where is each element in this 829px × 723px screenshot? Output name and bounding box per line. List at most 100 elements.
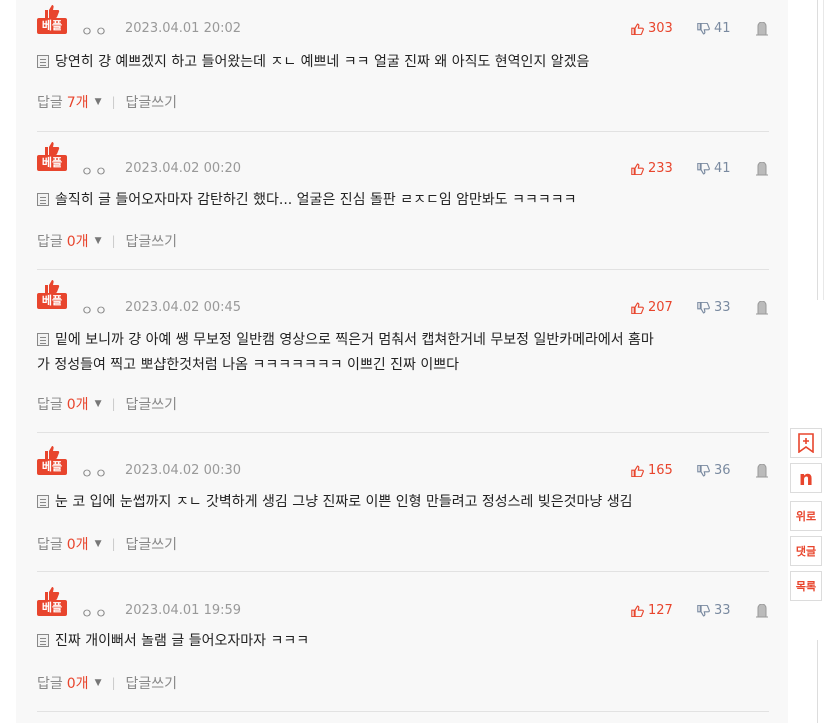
thumbs-down-icon xyxy=(697,162,710,174)
report-icon[interactable] xyxy=(755,604,769,618)
reply-count[interactable]: 0개 xyxy=(67,394,89,414)
like-button[interactable]: 127 xyxy=(631,603,673,618)
report-icon[interactable] xyxy=(755,464,769,478)
write-reply-button[interactable]: 답글쓰기 xyxy=(126,534,178,554)
comment-item: 베플 ㅇㅇ 2023.04.01 19:59 127 33 진짜 개이뻐서 놀램… xyxy=(37,572,769,712)
comfort-button[interactable]: 위로 xyxy=(790,501,822,531)
comment-date: 2023.04.01 20:02 xyxy=(125,21,242,36)
scrollbar-track-edge xyxy=(817,0,818,300)
reply-count[interactable]: 0개 xyxy=(67,673,89,693)
dislike-button[interactable]: 33 xyxy=(697,300,731,315)
dislike-count: 41 xyxy=(714,161,731,176)
scrollbar-track-edge xyxy=(817,640,818,723)
comment-text: 밑에 보니까 걍 아예 쌩 무보정 일반캠 영상으로 찍은거 멈춰서 캡쳐한거네… xyxy=(37,332,654,373)
reply-toggle[interactable]: 답글 xyxy=(37,534,63,554)
chevron-down-icon[interactable]: ▼ xyxy=(95,399,102,409)
reply-toggle[interactable]: 답글 xyxy=(37,231,63,251)
dislike-button[interactable]: 36 xyxy=(697,463,731,478)
comments-button[interactable]: 댓글 xyxy=(790,536,822,566)
chevron-down-icon[interactable]: ▼ xyxy=(95,678,102,688)
reply-toggle[interactable]: 답글 xyxy=(37,394,63,414)
report-icon[interactable] xyxy=(755,301,769,315)
like-button[interactable]: 233 xyxy=(631,161,673,176)
best-label: 베플 xyxy=(37,459,67,475)
comment-author: ㅇㅇ xyxy=(81,165,109,180)
write-reply-button[interactable]: 답글쓰기 xyxy=(126,92,178,112)
thumbs-up-icon xyxy=(631,605,644,617)
chevron-down-icon[interactable]: ▼ xyxy=(95,236,102,246)
list-label: 목록 xyxy=(795,580,817,593)
best-comment-badge: 베플 xyxy=(37,279,67,309)
divider: | xyxy=(111,537,116,551)
reply-controls: 답글 0개 ▼ | 답글쓰기 xyxy=(37,394,177,414)
divider: | xyxy=(111,676,116,690)
reply-controls: 답글 0개 ▼ | 답글쓰기 xyxy=(37,231,177,251)
reply-count[interactable]: 0개 xyxy=(67,534,89,554)
list-button[interactable]: 목록 xyxy=(790,571,822,601)
comments-label: 댓글 xyxy=(795,545,817,558)
thumbs-up-icon xyxy=(631,465,644,477)
best-comment-badge: 베플 xyxy=(37,141,67,171)
write-reply-button[interactable]: 답글쓰기 xyxy=(126,231,178,251)
best-comment-badge: 베플 xyxy=(37,4,67,34)
document-icon xyxy=(37,193,49,206)
comment-text: 진짜 개이뻐서 놀램 글 들어오자마자 ㅋㅋㅋ xyxy=(37,629,757,654)
write-reply-button[interactable]: 답글쓰기 xyxy=(126,394,178,414)
bookmark-plus-icon xyxy=(798,433,814,453)
n-logo-button[interactable]: n xyxy=(790,463,822,493)
document-icon xyxy=(37,55,49,68)
comment-item: 베플 ㅇㅇ 2023.04.02 00:30 165 36 눈 코 입에 눈썹까… xyxy=(37,433,769,572)
thumbs-down-icon xyxy=(697,604,710,616)
like-button[interactable]: 303 xyxy=(631,21,673,36)
dislike-count: 41 xyxy=(714,21,731,36)
thumbs-up-icon xyxy=(45,446,60,459)
thumbs-down-icon xyxy=(697,464,710,476)
n-logo: n xyxy=(798,466,814,490)
chevron-down-icon[interactable]: ▼ xyxy=(95,539,102,549)
thumbs-up-icon xyxy=(45,5,60,18)
divider: | xyxy=(111,397,116,411)
like-count: 165 xyxy=(648,463,673,478)
left-margin xyxy=(0,0,16,723)
document-icon xyxy=(37,634,49,647)
best-label: 베플 xyxy=(37,293,67,309)
chevron-down-icon[interactable]: ▼ xyxy=(95,97,102,107)
thumbs-up-icon xyxy=(631,302,644,314)
dislike-count: 33 xyxy=(714,300,731,315)
report-icon[interactable] xyxy=(755,22,769,36)
bookmark-button[interactable] xyxy=(790,428,822,458)
like-count: 233 xyxy=(648,161,673,176)
comment-date: 2023.04.02 00:20 xyxy=(125,161,242,176)
divider: | xyxy=(111,234,116,248)
reply-controls: 답글 0개 ▼ | 답글쓰기 xyxy=(37,673,177,693)
reply-toggle[interactable]: 답글 xyxy=(37,92,63,112)
dislike-count: 33 xyxy=(714,603,731,618)
like-count: 207 xyxy=(648,300,673,315)
comment-author: ㅇㅇ xyxy=(81,467,109,482)
reply-count[interactable]: 7개 xyxy=(67,92,89,112)
document-icon xyxy=(37,495,49,508)
comment-date: 2023.04.02 00:45 xyxy=(125,300,242,315)
comment-text: 당연히 걍 예쁘겠지 하고 들어왔는데 ㅈㄴ 예쁘네 ㅋㅋ 얼굴 진짜 왜 아직… xyxy=(37,50,757,75)
reply-controls: 답글 7개 ▼ | 답글쓰기 xyxy=(37,92,177,112)
dislike-button[interactable]: 41 xyxy=(697,21,731,36)
best-comment-badge: 베플 xyxy=(37,445,67,475)
like-button[interactable]: 207 xyxy=(631,300,673,315)
dislike-button[interactable]: 33 xyxy=(697,603,731,618)
reply-count[interactable]: 0개 xyxy=(67,231,89,251)
report-icon[interactable] xyxy=(755,162,769,176)
dislike-button[interactable]: 41 xyxy=(697,161,731,176)
thumbs-down-icon xyxy=(697,22,710,34)
write-reply-button[interactable]: 답글쓰기 xyxy=(126,673,178,693)
reply-toggle[interactable]: 답글 xyxy=(37,673,63,693)
thumbs-up-icon xyxy=(631,23,644,35)
thumbs-up-icon xyxy=(45,142,60,155)
like-button[interactable]: 165 xyxy=(631,463,673,478)
comfort-label: 위로 xyxy=(795,510,817,523)
comment-date: 2023.04.02 00:30 xyxy=(125,463,242,478)
scrollbar-track-edge xyxy=(823,0,824,300)
comment-author: ㅇㅇ xyxy=(81,607,109,622)
document-icon xyxy=(37,333,49,346)
thumbs-down-icon xyxy=(697,301,710,313)
like-count: 127 xyxy=(648,603,673,618)
